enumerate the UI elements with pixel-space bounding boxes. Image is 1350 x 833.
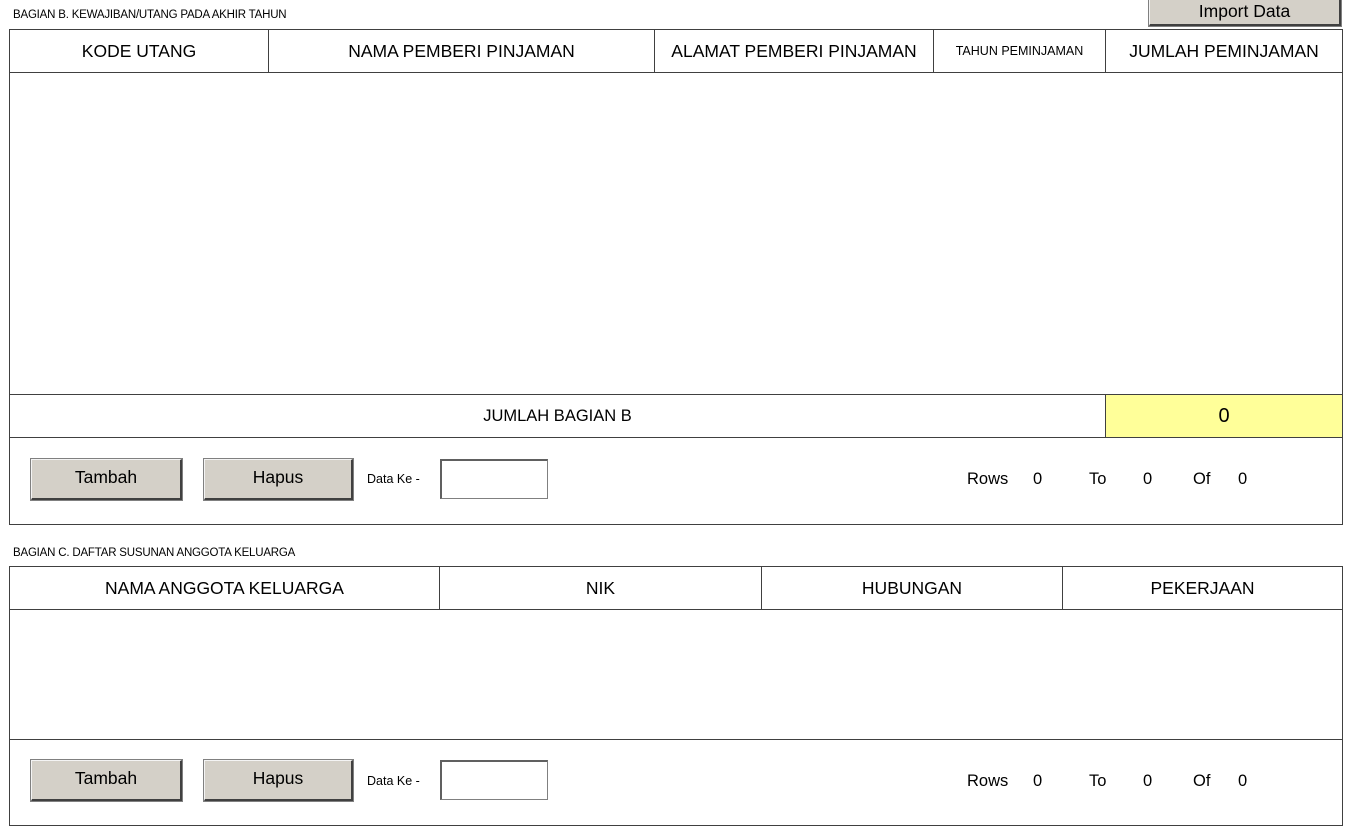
col-nama-pemberi-pinjaman: NAMA PEMBERI PINJAMAN bbox=[348, 40, 575, 61]
bagian-c-data-area[interactable] bbox=[10, 610, 1342, 738]
col-nama-anggota-keluarga: NAMA ANGGOTA KELUARGA bbox=[105, 577, 344, 598]
hapus-button[interactable]: Hapus bbox=[203, 458, 354, 501]
tambah-label: Tambah bbox=[74, 767, 138, 788]
data-ke-input[interactable] bbox=[440, 459, 548, 499]
hapus-label: Hapus bbox=[252, 767, 304, 788]
bagian-b-title: BAGIAN B. KEWAJIBAN/UTANG PADA AKHIR TAH… bbox=[13, 9, 287, 21]
bagian-c-title: BAGIAN C. DAFTAR SUSUNAN ANGGOTA KELUARG… bbox=[13, 547, 296, 559]
rows-value: 0 bbox=[1033, 771, 1043, 790]
of-label: Of bbox=[1193, 771, 1211, 790]
col-kode-utang: KODE UTANG bbox=[81, 40, 197, 61]
to-value: 0 bbox=[1143, 771, 1153, 790]
col-alamat-pemberi-pinjaman: ALAMAT PEMBERI PINJAMAN bbox=[671, 40, 917, 61]
rows-label: Rows bbox=[967, 771, 1009, 790]
tambah-button[interactable]: Tambah bbox=[30, 759, 183, 802]
to-label: To bbox=[1089, 771, 1107, 790]
data-ke-label: Data Ke - bbox=[367, 774, 420, 788]
rows-label: Rows bbox=[967, 469, 1009, 488]
data-ke-label: Data Ke - bbox=[367, 472, 420, 486]
col-nik: NIK bbox=[585, 577, 616, 598]
rows-value: 0 bbox=[1033, 469, 1043, 488]
total-label: JUMLAH BAGIAN B bbox=[483, 406, 632, 425]
col-pekerjaan: PEKERJAAN bbox=[1150, 577, 1255, 598]
tambah-label: Tambah bbox=[74, 466, 138, 487]
of-value: 0 bbox=[1238, 469, 1248, 488]
controls-divider bbox=[10, 739, 1342, 740]
col-jumlah-peminjaman: JUMLAH PEMINJAMAN bbox=[1129, 40, 1319, 61]
hapus-button[interactable]: Hapus bbox=[203, 759, 354, 802]
col-tahun-peminjaman: TAHUN PEMINJAMAN bbox=[955, 44, 1084, 58]
data-ke-input[interactable] bbox=[440, 760, 548, 800]
import-data-label: Import Data bbox=[1198, 1, 1291, 21]
import-data-button[interactable]: Import Data bbox=[1148, 0, 1342, 27]
col-hubungan: HUBUNGAN bbox=[861, 577, 963, 598]
to-value: 0 bbox=[1143, 469, 1153, 488]
controls-divider bbox=[10, 437, 1342, 438]
of-value: 0 bbox=[1238, 771, 1248, 790]
hapus-label: Hapus bbox=[252, 466, 304, 487]
tambah-button[interactable]: Tambah bbox=[30, 458, 183, 501]
to-label: To bbox=[1089, 469, 1107, 488]
total-value: 0 bbox=[1106, 395, 1342, 437]
of-label: Of bbox=[1193, 469, 1211, 488]
bagian-b-data-area[interactable] bbox=[10, 73, 1342, 394]
